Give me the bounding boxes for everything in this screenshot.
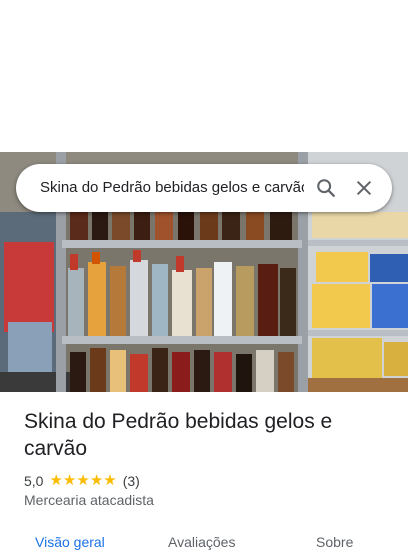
star-icon: ★ xyxy=(62,472,77,489)
place-tabs: Visão geral Avaliações Sobre xyxy=(0,528,408,558)
star-icon: ★ xyxy=(89,472,104,489)
place-title: Skina do Pedrão bebidas gelos e carvão xyxy=(24,410,333,460)
tab-overview[interactable]: Visão geral xyxy=(35,534,105,550)
star-icon: ★ xyxy=(49,472,63,489)
tab-about[interactable]: Sobre xyxy=(316,534,353,550)
clear-search-button[interactable] xyxy=(346,170,382,206)
star-icon: ★ xyxy=(76,472,90,489)
review-count[interactable]: (3) xyxy=(123,473,140,489)
star-icon: ★ xyxy=(103,472,117,489)
place-category[interactable]: Mercearia atacadista xyxy=(24,492,154,508)
search-icon xyxy=(317,179,335,197)
rating-row[interactable]: 5,0 ★ ★ ★ ★ ★ (3) xyxy=(24,471,140,491)
map-area-blank xyxy=(0,0,408,152)
search-input[interactable]: Skina do Pedrão bebidas gelos e carvão xyxy=(40,164,304,212)
search-button[interactable] xyxy=(308,170,344,206)
tab-reviews[interactable]: Avaliações xyxy=(168,534,235,550)
search-bar[interactable]: Skina do Pedrão bebidas gelos e carvão xyxy=(16,164,392,212)
rating-value: 5,0 xyxy=(24,473,44,489)
rating-stars: ★ ★ ★ ★ ★ xyxy=(49,472,116,490)
close-icon xyxy=(357,181,371,195)
